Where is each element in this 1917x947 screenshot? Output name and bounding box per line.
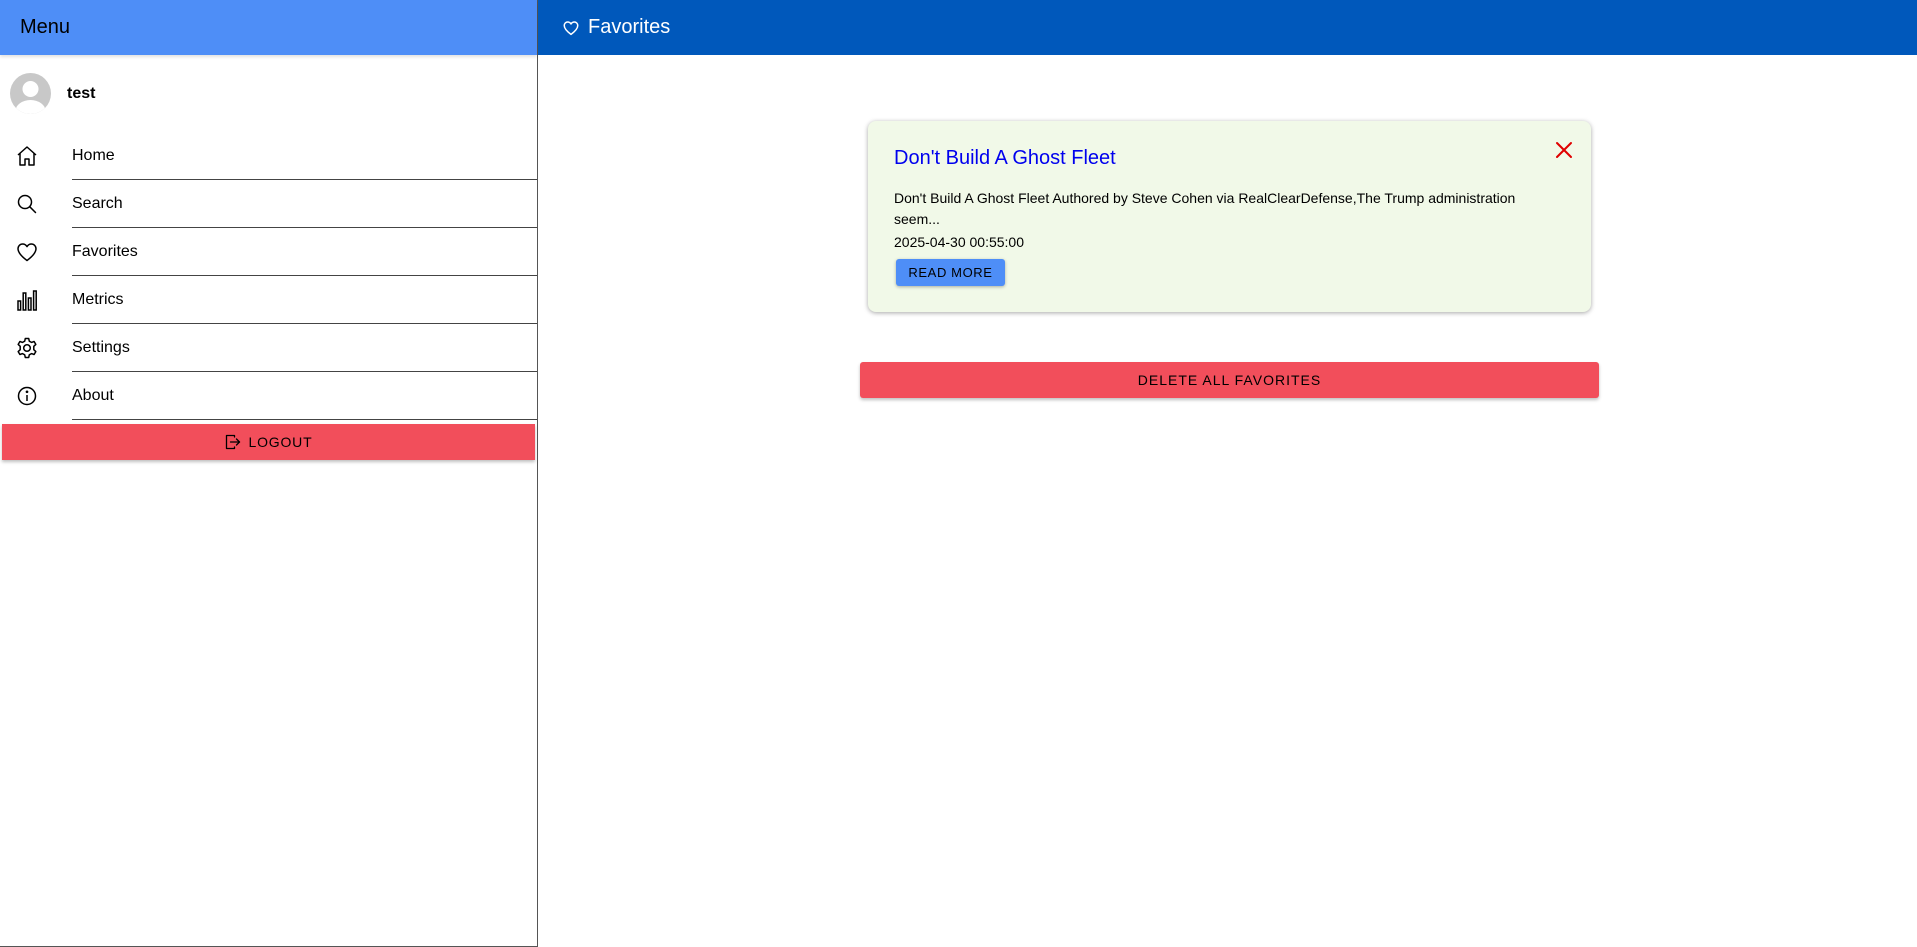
sidebar-header: Menu <box>0 0 537 55</box>
app-root: Menu test Home Search Favorites Metrics … <box>0 0 1917 947</box>
home-icon <box>17 146 37 166</box>
logout-label: LOGOUT <box>248 434 313 450</box>
user-profile: test <box>0 55 537 132</box>
close-icon[interactable] <box>1553 139 1575 161</box>
heart-icon <box>563 20 579 35</box>
nav-list: Home Search Favorites Metrics Settings A… <box>0 132 537 420</box>
sidebar-item-metrics[interactable]: Metrics <box>0 276 537 324</box>
user-silhouette-icon <box>15 81 46 114</box>
favorite-card: Don't Build A Ghost Fleet Don't Build A … <box>868 121 1591 312</box>
read-more-button[interactable]: READ MORE <box>896 259 1005 286</box>
username: test <box>67 84 96 102</box>
favorite-date: 2025-04-30 00:55:00 <box>894 234 1024 250</box>
delete-all-favorites-button[interactable]: DELETE ALL FAVORITES <box>860 362 1599 398</box>
sidebar-item-label: Search <box>72 195 123 212</box>
sidebar-item-home[interactable]: Home <box>0 132 537 180</box>
sidebar-item-label: Metrics <box>72 291 124 308</box>
sidebar-title: Menu <box>20 16 71 38</box>
page-title: Favorites <box>588 16 671 38</box>
avatar <box>10 73 51 114</box>
sidebar-item-settings[interactable]: Settings <box>0 324 537 372</box>
favorite-description: Don't Build A Ghost Fleet Authored by St… <box>894 190 1516 227</box>
search-icon <box>17 194 37 214</box>
heart-icon <box>17 243 37 262</box>
logout-icon <box>225 434 240 450</box>
page-header: Favorites <box>538 0 1917 55</box>
sidebar-item-label: Home <box>72 147 115 164</box>
bar-chart-icon <box>17 290 37 311</box>
info-icon <box>17 386 37 406</box>
gear-icon <box>17 337 37 359</box>
favorite-title-link[interactable]: Don't Build A Ghost Fleet <box>894 147 1116 170</box>
sidebar-item-favorites[interactable]: Favorites <box>0 228 537 276</box>
sidebar: Menu test Home Search Favorites Metrics … <box>0 0 538 947</box>
sidebar-item-label: Settings <box>72 339 130 356</box>
sidebar-item-label: About <box>72 387 114 404</box>
sidebar-item-search[interactable]: Search <box>0 180 537 228</box>
sidebar-item-label: Favorites <box>72 243 138 260</box>
logout-button[interactable]: LOGOUT <box>2 424 535 460</box>
sidebar-item-about[interactable]: About <box>0 372 537 420</box>
